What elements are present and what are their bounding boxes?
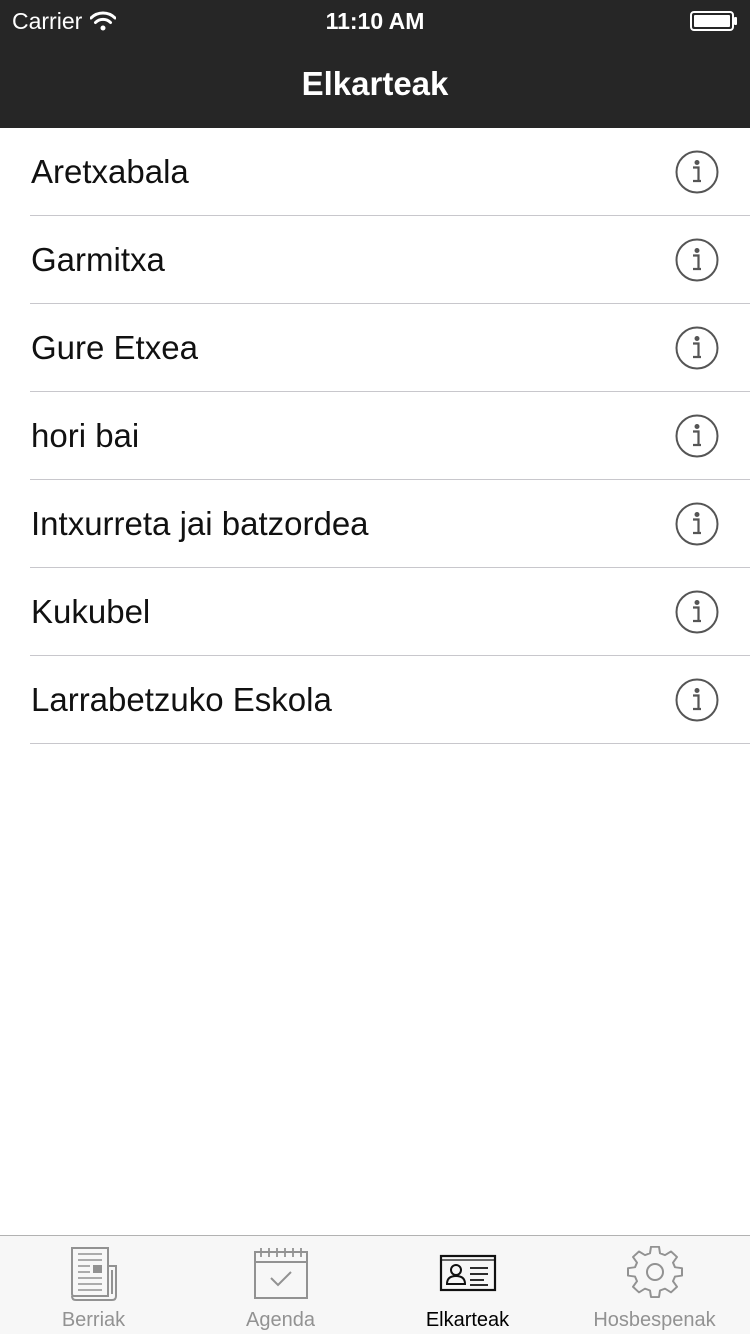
tab-elkarteak[interactable]: Elkarteak bbox=[374, 1236, 561, 1334]
gear-icon bbox=[626, 1246, 683, 1298]
list-item[interactable]: Gure Etxea bbox=[0, 304, 750, 392]
tab-label: Agenda bbox=[246, 1309, 315, 1331]
list-item-label: Garmitxa bbox=[31, 241, 165, 278]
list-item-label: Aretxabala bbox=[31, 153, 189, 190]
list-item[interactable]: Larrabetzuko Eskola bbox=[0, 656, 750, 744]
list-item-label: Larrabetzuko Eskola bbox=[31, 681, 332, 718]
list-item[interactable]: Aretxabala bbox=[0, 128, 750, 216]
info-icon[interactable] bbox=[675, 590, 719, 634]
list-item-label: Gure Etxea bbox=[31, 329, 198, 366]
info-icon[interactable] bbox=[675, 502, 719, 546]
info-icon[interactable] bbox=[675, 678, 719, 722]
list-item-label: hori bai bbox=[31, 417, 140, 454]
newspaper-icon bbox=[70, 1247, 117, 1301]
id-card-icon bbox=[439, 1254, 496, 1292]
tab-berriak[interactable]: Berriak bbox=[0, 1236, 187, 1334]
info-icon[interactable] bbox=[675, 150, 719, 194]
info-icon[interactable] bbox=[675, 238, 719, 282]
tab-label: Berriak bbox=[61, 1309, 126, 1331]
list-item[interactable]: Garmitxa bbox=[0, 216, 750, 304]
list-item-label: Intxurreta jai batzordea bbox=[31, 505, 369, 542]
info-icon[interactable] bbox=[675, 326, 719, 370]
navigation-bar: Carrier 11:10 AM Elkarteak bbox=[0, 0, 750, 128]
list-item-label: Kukubel bbox=[31, 593, 151, 630]
tab-agenda[interactable]: Agenda bbox=[187, 1236, 374, 1334]
list-item[interactable]: Intxurreta jai batzordea bbox=[0, 480, 750, 568]
tab-label: Elkarteak bbox=[425, 1309, 510, 1331]
tab-label: Hosbespenak bbox=[593, 1309, 716, 1331]
battery-icon bbox=[690, 11, 737, 31]
list-item[interactable]: Kukubel bbox=[0, 568, 750, 656]
info-icon[interactable] bbox=[675, 414, 719, 458]
tab-hosbespenak[interactable]: Hosbespenak bbox=[561, 1236, 748, 1334]
association-list: Aretxabala Garmitxa Gure Etxea hori bai bbox=[0, 128, 750, 744]
tab-bar: Berriak Agenda Elkarteak Hosbespenak bbox=[0, 1235, 750, 1334]
status-time: 11:10 AM bbox=[325, 8, 425, 34]
page-title: Elkarteak bbox=[301, 65, 449, 102]
list-item[interactable]: hori bai bbox=[0, 392, 750, 480]
calendar-icon bbox=[253, 1248, 308, 1299]
